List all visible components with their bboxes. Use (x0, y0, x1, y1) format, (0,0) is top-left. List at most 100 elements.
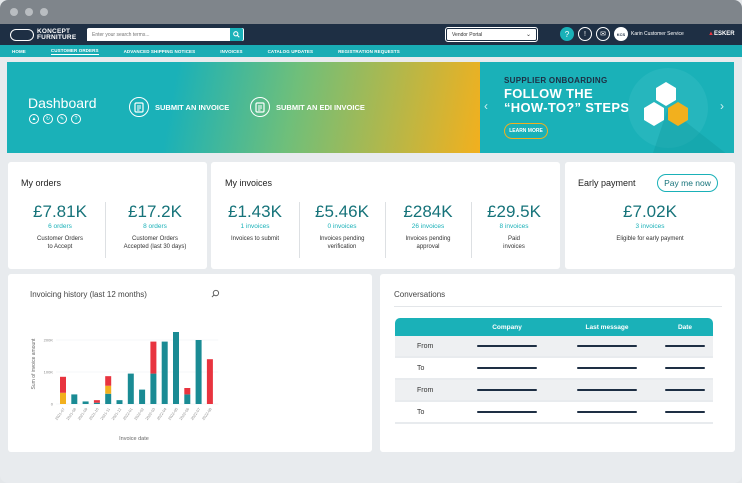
bar-segment[interactable] (93, 400, 100, 403)
row-label: To (417, 364, 425, 372)
browser-window: KONCEPT FURNITURE Vendor Portal ⌄ ? ! ✉ … (0, 0, 742, 483)
x-tick-label: 2022-03 (145, 407, 156, 421)
column-company[interactable]: Company (457, 324, 557, 331)
metric-count: 8 orders (143, 223, 167, 230)
search-input[interactable] (87, 28, 230, 41)
bar-segment[interactable] (116, 400, 123, 404)
carousel-prev-icon[interactable]: ‹ (484, 99, 488, 113)
bar-segment[interactable] (206, 359, 213, 404)
portal-select-value: Vendor Portal (452, 32, 483, 38)
bar-segment[interactable] (161, 341, 168, 404)
metric-desc: Customer Orders (36, 236, 83, 242)
hero-banner: Dashboard ▲ ↻ ✎ ? SUBMIT AN INVOICE SUBM… (7, 62, 734, 153)
bar-segment[interactable] (60, 392, 66, 404)
x-tick-label: 2022-01 (122, 407, 133, 421)
my-invoices-title: My invoices (225, 178, 273, 188)
messages-icon[interactable]: ✉ (596, 27, 610, 41)
metric-desc: Eligible for early payment (616, 236, 684, 242)
table-row[interactable]: From (395, 336, 713, 358)
bar-segment[interactable] (127, 373, 134, 404)
bar-segment[interactable] (105, 385, 112, 394)
x-tick-label: 2022-06 (179, 407, 190, 421)
company-logo[interactable]: KONCEPT FURNITURE (10, 27, 76, 42)
invoices-pending-verification[interactable]: £5.46K 0 invoices Invoices pending verif… (300, 202, 384, 251)
maximize-dot[interactable] (40, 8, 48, 16)
portal-select[interactable]: Vendor Portal ⌄ (445, 27, 538, 42)
message-placeholder (577, 366, 637, 370)
bar-segment[interactable] (173, 332, 179, 404)
search-icon (233, 31, 240, 38)
table-row[interactable]: From (395, 380, 713, 402)
orders-to-accept[interactable]: £7.81K 6 orders Customer Orders to Accep… (16, 202, 104, 251)
company-placeholder (477, 344, 537, 348)
table-header: Company Last message Date (395, 318, 713, 336)
my-orders-title: My orders (21, 178, 62, 188)
early-payment-title: Early payment (578, 178, 636, 188)
user-avatar[interactable]: KCS (614, 27, 628, 41)
invoices-to-submit[interactable]: £1.43K 1 invoices Invoices to submit (213, 202, 297, 243)
bar-segment[interactable] (184, 388, 191, 395)
edit-icon[interactable]: ✎ (57, 114, 67, 124)
bar-segment[interactable] (195, 340, 202, 404)
search-button[interactable] (230, 28, 243, 41)
close-dot[interactable] (10, 8, 18, 16)
refresh-icon[interactable]: ↻ (43, 114, 53, 124)
chart-icon[interactable]: ▲ (29, 114, 39, 124)
user-name[interactable]: Karin Customer Service (631, 31, 684, 37)
nav-catalog-updates[interactable]: CATALOG UPDATES (268, 49, 314, 54)
nav-advanced-shipping-notices[interactable]: ADVANCED SHIPPING NOTICES (124, 49, 196, 54)
nav-customer-orders[interactable]: CUSTOMER ORDERS (50, 48, 99, 55)
promo-headline-2: “HOW-TO?” STEPS (504, 100, 630, 115)
table-row[interactable]: To (395, 402, 713, 424)
column-last-message[interactable]: Last message (557, 324, 657, 331)
bar-segment[interactable] (105, 393, 112, 404)
chart-title: Invoicing history (last 12 months) (30, 290, 147, 299)
x-axis-label: Invoice date (119, 436, 149, 442)
bar-segment[interactable] (184, 394, 191, 404)
bar-segment[interactable] (139, 389, 146, 404)
orders-accepted[interactable]: £17.2K 8 orders Customer Orders Accepted… (108, 202, 202, 251)
metric-value: £5.46K (315, 202, 369, 221)
bar-segment[interactable] (71, 394, 78, 404)
search-icon[interactable] (211, 289, 220, 298)
top-bar: KONCEPT FURNITURE Vendor Portal ⌄ ? ! ✉ … (0, 24, 742, 45)
brand-text: ESKER (713, 31, 735, 37)
column-date[interactable]: Date (657, 324, 713, 331)
nav-invoices[interactable]: INVOICES (220, 49, 242, 54)
bar-segment[interactable] (150, 373, 157, 404)
table-row[interactable]: To (395, 358, 713, 380)
invoices-pending-approval[interactable]: £284K 26 invoices Invoices pending appro… (386, 202, 470, 251)
bar-segment[interactable] (150, 341, 157, 374)
metric-count: 0 invoices (327, 223, 357, 230)
help-icon[interactable]: ? (71, 114, 81, 124)
submit-edi-invoice-label: SUBMIT AN EDI INVOICE (276, 102, 365, 112)
learn-more-button[interactable]: LEARN MORE (504, 123, 548, 139)
submit-edi-invoice-button[interactable]: SUBMIT AN EDI INVOICE (250, 97, 365, 117)
minimize-dot[interactable] (25, 8, 33, 16)
x-tick-label: 2021-08 (66, 407, 77, 421)
bar-segment[interactable] (105, 376, 112, 386)
window-chrome (0, 0, 742, 24)
conversations-title: Conversations (394, 290, 446, 299)
nav-registration-requests[interactable]: REGISTRATION REQUESTS (338, 49, 400, 54)
help-icon[interactable]: ? (560, 27, 574, 41)
bar-segment[interactable] (82, 401, 89, 404)
metric-value: £7.81K (33, 202, 87, 221)
nav-home[interactable]: HOME (12, 49, 26, 54)
submit-invoice-button[interactable]: SUBMIT AN INVOICE (129, 97, 229, 117)
x-tick-label: 2021-11 (100, 407, 111, 420)
pay-me-now-button[interactable]: Pay me now (657, 174, 718, 192)
x-tick-label: 2022-05 (168, 407, 179, 421)
x-tick-label: 2021-10 (88, 407, 99, 421)
bar-segment[interactable] (60, 376, 66, 393)
bar-segment[interactable] (93, 402, 100, 404)
notification-icon[interactable]: ! (578, 27, 592, 41)
carousel-next-icon[interactable]: › (720, 99, 724, 113)
x-tick-label: 2021-07 (55, 407, 66, 421)
paid-invoices[interactable]: £29.5K 8 invoices Paid invoices (472, 202, 556, 251)
chevron-down-icon: ⌄ (525, 32, 531, 38)
metric-desc: Invoices pending (405, 236, 451, 242)
early-payment-metric[interactable]: £7.02K 3 invoices Eligible for early pay… (565, 202, 735, 243)
dashboard-banner: Dashboard ▲ ↻ ✎ ? SUBMIT AN INVOICE SUBM… (7, 62, 480, 153)
esker-logo: ▲ESKER (708, 31, 735, 37)
